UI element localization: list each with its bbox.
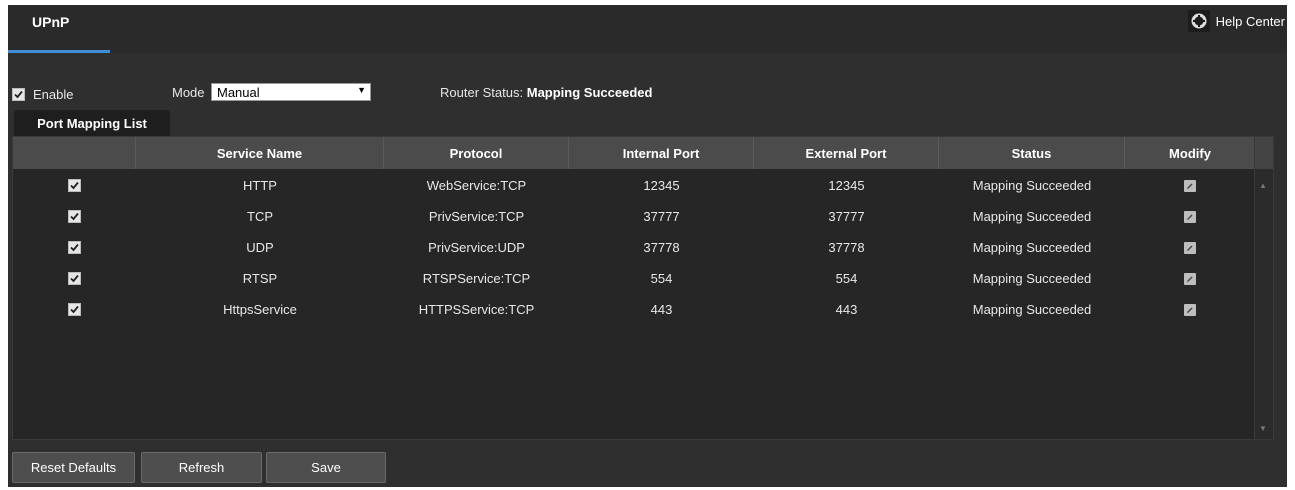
modify-cell [1125, 263, 1255, 294]
row-checkbox-cell [13, 201, 136, 232]
status-cell: Mapping Succeeded [972, 209, 1092, 224]
reset-defaults-button[interactable]: Reset Defaults [12, 452, 135, 483]
upnp-panel: UPnP Help Center Enable Mode Manual ▼ Ro… [8, 5, 1287, 487]
row-checkbox-cell [13, 263, 136, 294]
protocol-cell: PrivService:TCP [428, 209, 525, 224]
status-cell: Mapping Succeeded [972, 271, 1092, 286]
scroll-down-icon[interactable]: ▼ [1259, 424, 1267, 433]
table-row[interactable]: HTTP WebService:TCP 12345 12345 Mapping … [13, 170, 1255, 201]
router-status-label: Router Status: [440, 85, 524, 100]
external-port-cell: 443 [835, 302, 858, 317]
column-header-select [13, 137, 136, 169]
row-checkbox[interactable] [68, 272, 81, 285]
edit-icon[interactable] [1184, 303, 1196, 316]
internal-port-cell: 37778 [643, 240, 680, 255]
service-name-cell: UDP [246, 240, 274, 255]
status-cell: Mapping Succeeded [972, 240, 1092, 255]
internal-port-cell: 554 [650, 271, 673, 286]
modify-cell [1125, 201, 1255, 232]
column-header-status[interactable]: Status [939, 137, 1125, 169]
tab-upnp-label: UPnP [32, 14, 70, 30]
table-row[interactable]: HttpsService HTTPSService:TCP 443 443 Ma… [13, 294, 1255, 325]
protocol-cell: PrivService:UDP [428, 240, 525, 255]
help-center-button[interactable]: Help Center [1187, 8, 1287, 34]
protocol-cell: RTSPService:TCP [422, 271, 531, 286]
scroll-up-icon[interactable]: ▲ [1259, 181, 1267, 190]
tab-port-mapping-list-label: Port Mapping List [37, 116, 147, 131]
column-header-service-name[interactable]: Service Name [136, 137, 384, 169]
table-row[interactable]: UDP PrivService:UDP 37778 37778 Mapping … [13, 232, 1255, 263]
service-name-cell: HttpsService [223, 302, 297, 317]
external-port-cell: 37777 [828, 209, 865, 224]
help-icon [1187, 10, 1210, 32]
row-checkbox-cell [13, 294, 136, 325]
mode-label: Mode [172, 85, 205, 100]
enable-control[interactable]: Enable [12, 85, 73, 103]
column-header-modify: Modify [1169, 145, 1211, 161]
router-status-value: Mapping Succeeded [526, 85, 653, 100]
enable-checkbox[interactable] [12, 87, 25, 101]
router-status: Router Status: Mapping Succeeded [440, 85, 652, 100]
internal-port-cell: 37777 [643, 209, 680, 224]
dropdown-arrow-icon: ▼ [357, 85, 366, 95]
row-checkbox-cell [13, 232, 136, 263]
edit-icon[interactable] [1184, 210, 1196, 223]
row-checkbox[interactable] [68, 303, 81, 316]
table-header: Service Name Protocol Internal Port Exte… [13, 137, 1255, 169]
enable-label: Enable [33, 86, 74, 102]
external-port-cell: 12345 [828, 178, 865, 193]
service-name-cell: HTTP [243, 178, 277, 193]
scrollbar-header-cap [1255, 137, 1273, 169]
port-mapping-table: Service Name Protocol Internal Port Exte… [12, 136, 1274, 440]
internal-port-cell: 12345 [643, 178, 680, 193]
table-row[interactable]: RTSP RTSPService:TCP 554 554 Mapping Suc… [13, 263, 1255, 294]
table-body: HTTP WebService:TCP 12345 12345 Mapping … [13, 170, 1255, 325]
column-header-internal-port[interactable]: Internal Port [569, 137, 754, 169]
edit-icon[interactable] [1184, 179, 1196, 192]
external-port-cell: 37778 [828, 240, 865, 255]
modify-cell [1125, 232, 1255, 263]
modify-cell [1125, 170, 1255, 201]
tab-port-mapping-list[interactable]: Port Mapping List [14, 110, 170, 136]
help-center-label: Help Center [1215, 13, 1285, 29]
active-tab-underline [8, 50, 110, 53]
column-header-protocol[interactable]: Protocol [384, 137, 569, 169]
edit-icon[interactable] [1184, 272, 1196, 285]
edit-icon[interactable] [1184, 241, 1196, 254]
mode-select-value: Manual [217, 85, 260, 100]
save-button[interactable]: Save [266, 452, 386, 483]
protocol-cell: WebService:TCP [426, 178, 527, 193]
top-bar: UPnP Help Center [8, 5, 1287, 53]
service-name-cell: TCP [247, 209, 273, 224]
service-name-cell: RTSP [242, 271, 278, 286]
modify-cell [1125, 294, 1255, 325]
status-cell: Mapping Succeeded [972, 178, 1092, 193]
external-port-cell: 554 [835, 271, 858, 286]
row-checkbox[interactable] [68, 179, 81, 192]
table-row[interactable]: TCP PrivService:TCP 37777 37777 Mapping … [13, 201, 1255, 232]
row-checkbox[interactable] [68, 210, 81, 223]
row-checkbox[interactable] [68, 241, 81, 254]
row-checkbox-cell [13, 170, 136, 201]
refresh-button[interactable]: Refresh [141, 452, 262, 483]
table-scrollbar[interactable]: ▲ ▼ [1254, 137, 1273, 439]
status-cell: Mapping Succeeded [972, 302, 1092, 317]
column-header-external-port[interactable]: External Port [754, 137, 939, 169]
internal-port-cell: 443 [650, 302, 673, 317]
mode-select[interactable]: Manual ▼ [211, 83, 371, 101]
tab-upnp[interactable]: UPnP [8, 5, 110, 53]
protocol-cell: HTTPSService:TCP [418, 302, 535, 317]
